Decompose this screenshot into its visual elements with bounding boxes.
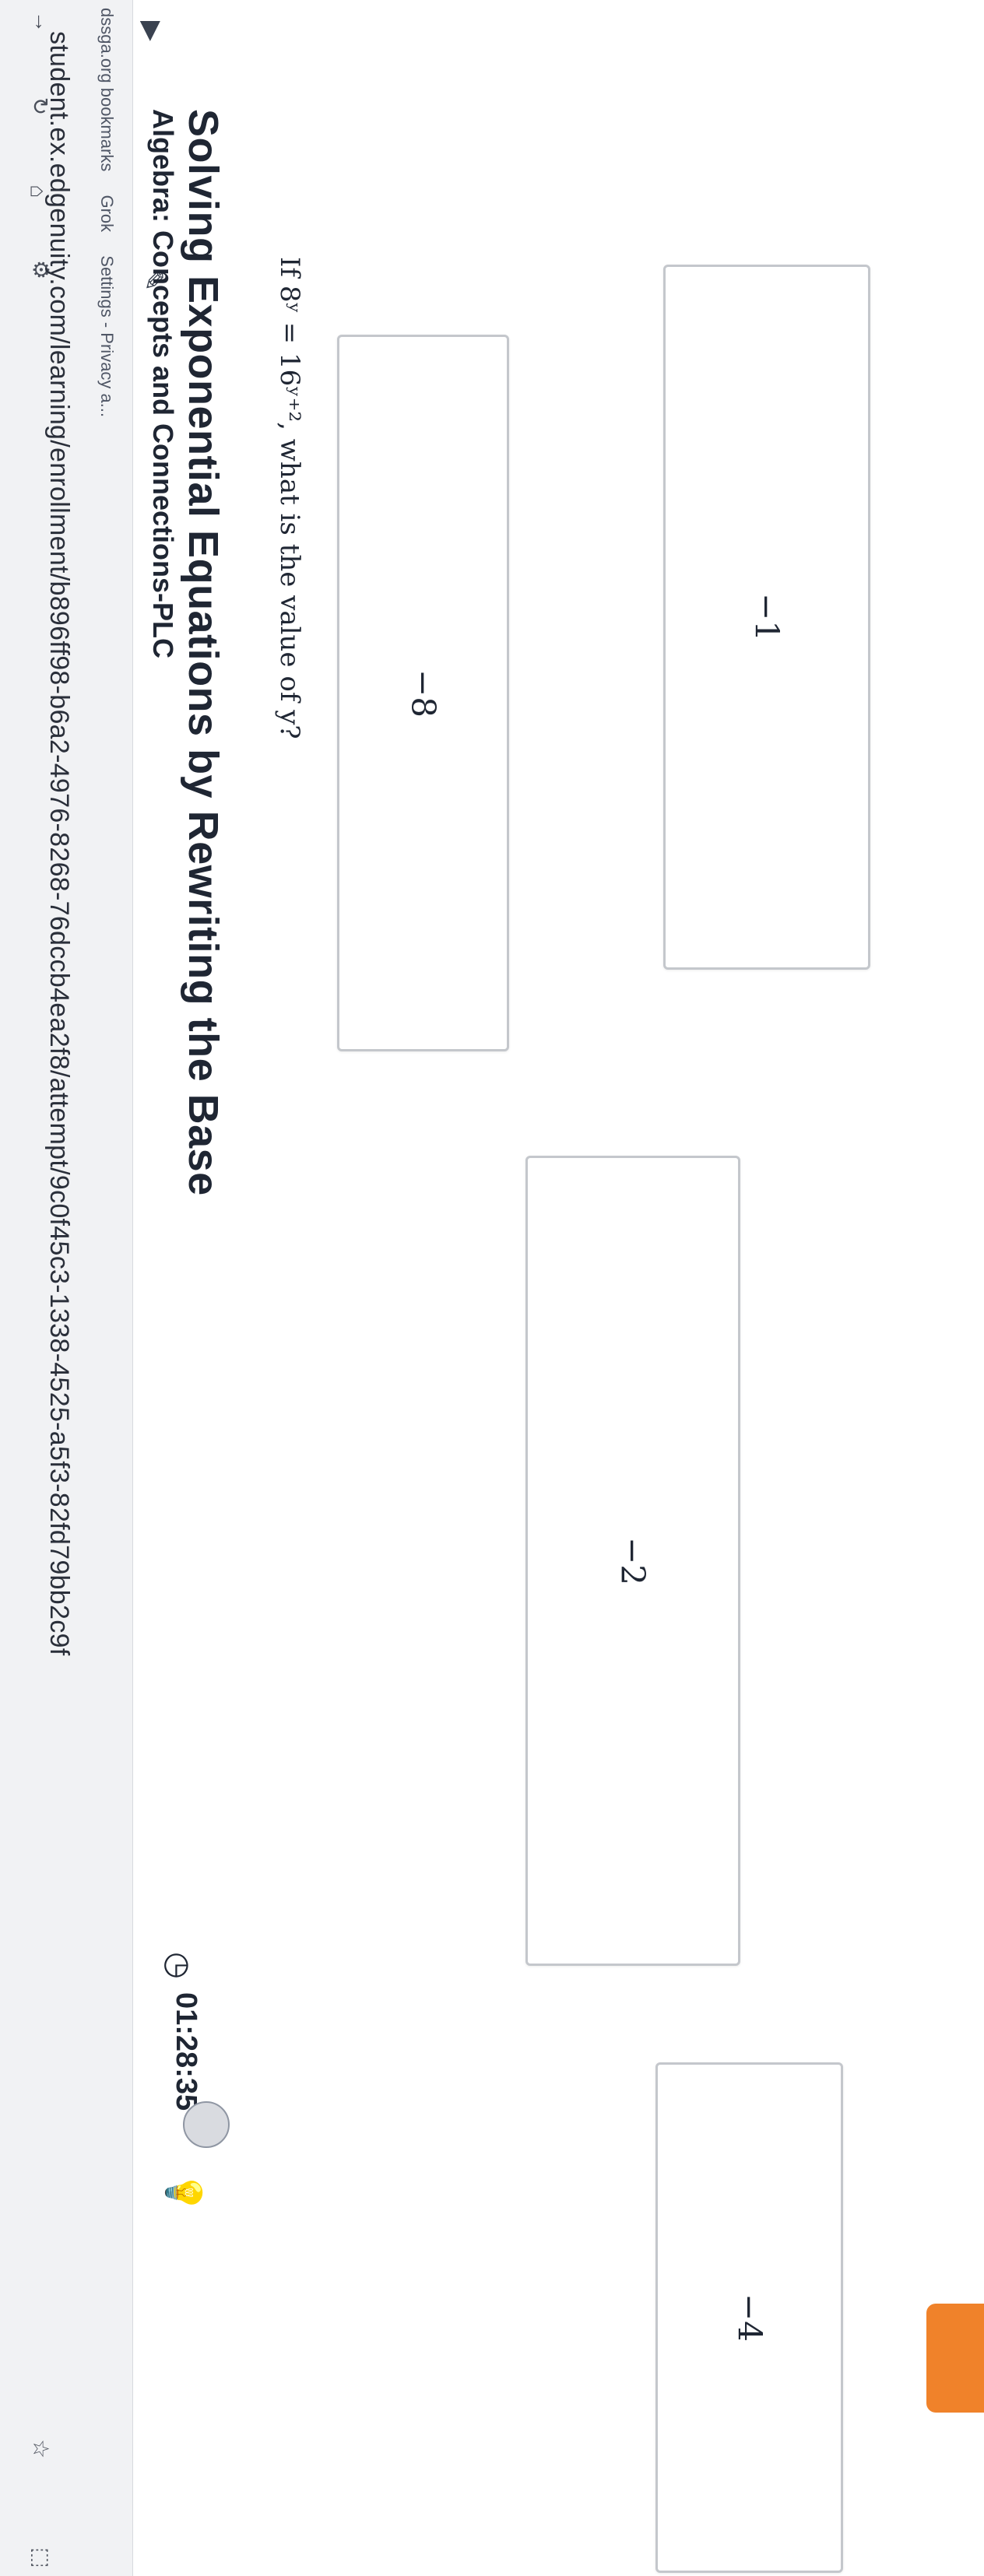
- timer-icon: ◷: [161, 1952, 195, 1979]
- bookmark-grok[interactable]: Grok: [97, 195, 117, 232]
- progress-indicator: [183, 2101, 230, 2148]
- timer: 01:28:35: [170, 1992, 202, 2111]
- answer-value: −1: [747, 593, 786, 641]
- question-equation: 8ʸ = 16ʸ⁺²: [274, 285, 305, 423]
- extension-icon[interactable]: ⬚: [29, 2547, 54, 2567]
- cursor-icon[interactable]: ▶: [136, 21, 167, 41]
- answer-value: −2: [613, 1536, 652, 1585]
- bookmarks-bar: dssga.org bookmarks Grok Settings - Priv…: [97, 8, 117, 436]
- side-panel-tab[interactable]: [926, 2304, 984, 2413]
- forward-icon[interactable]: →: [30, 11, 54, 33]
- bookmark-settings[interactable]: Settings - Privacy a...: [97, 255, 117, 417]
- question-suffix: , what is the value of y?: [274, 422, 305, 739]
- hint-lightbulb-icon[interactable]: 💡: [163, 2171, 204, 2214]
- answer-value: −8: [404, 669, 442, 718]
- answer-tile-1[interactable]: −8: [337, 335, 509, 1051]
- address-bar[interactable]: student.ex.edgenuity.com/learning/enroll…: [44, 31, 74, 1655]
- question-text: If 8ʸ = 16ʸ⁺², what is the value of y?: [274, 257, 305, 739]
- bookmark-dssga[interactable]: dssga.org bookmarks: [97, 8, 117, 171]
- answer-tile-4[interactable]: −1: [663, 265, 870, 970]
- question-prefix: If: [274, 257, 305, 278]
- answer-value: −4: [730, 2293, 768, 2342]
- answer-tile-2[interactable]: −2: [525, 1156, 740, 1966]
- answer-tile-3[interactable]: −4: [655, 2062, 843, 2573]
- browser-chrome: → ↻ ⌂ ⚙ student.ex.edgenuity.com/learnin…: [0, 0, 133, 2576]
- lesson-title: Solving Exponential Equations by Rewriti…: [180, 109, 227, 1196]
- bookmark-star-icon[interactable]: ☆: [28, 2439, 54, 2458]
- course-title: Algebra: Concepts and Connections-PLC: [147, 109, 179, 659]
